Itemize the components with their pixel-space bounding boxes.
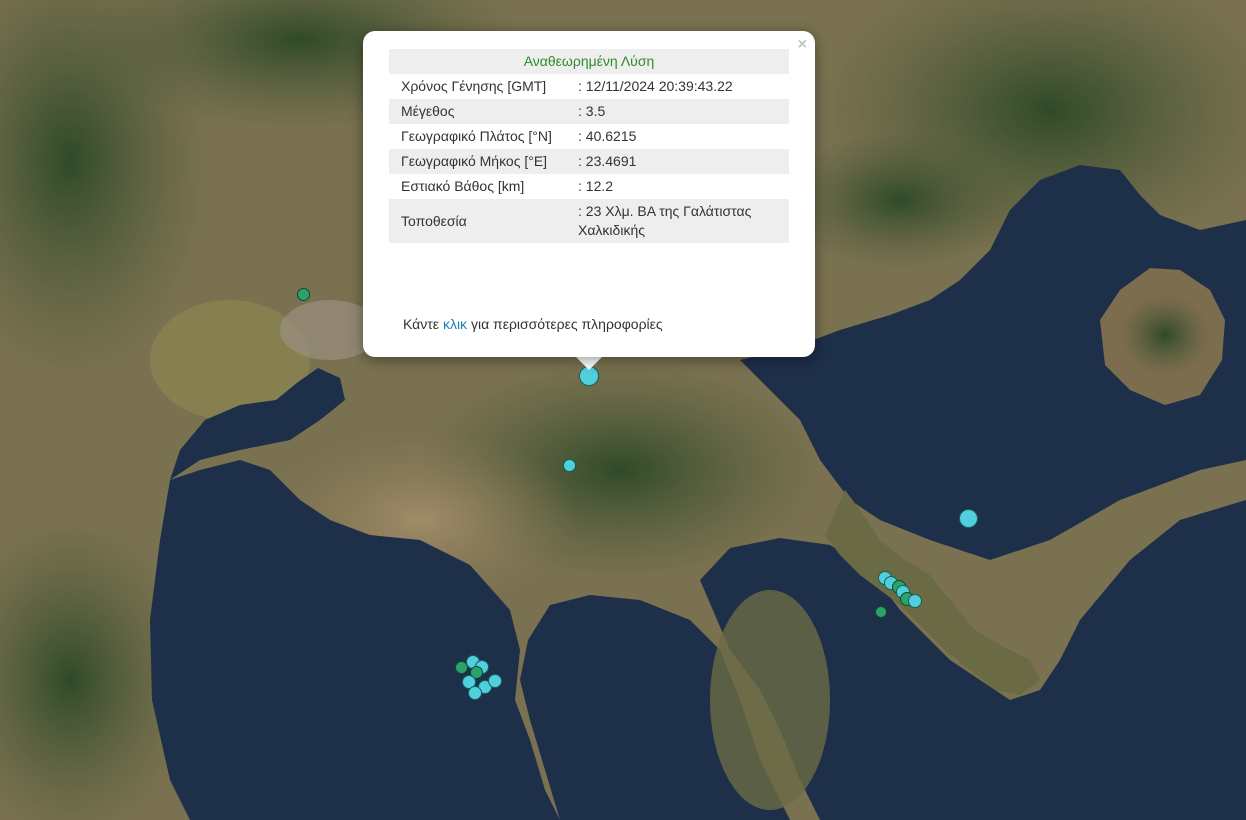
- detail-row: Τοποθεσία: 23 Χλμ. ΒΑ της Γαλάτιστας Χαλ…: [389, 199, 789, 243]
- more-info-link[interactable]: κλικ: [443, 316, 467, 332]
- earthquake-marker[interactable]: [959, 509, 978, 528]
- sithonia-peninsula: [710, 590, 830, 810]
- magnitude-label: Μέγεθος: [389, 99, 566, 124]
- location-label: Τοποθεσία: [389, 199, 566, 243]
- earthquake-marker[interactable]: [875, 606, 887, 618]
- detail-row: Μέγεθος: 3.5: [389, 99, 789, 124]
- more-info-suffix: για περισσότερες πληροφορίες: [470, 316, 663, 332]
- more-info-prefix: Κάντε: [403, 316, 440, 332]
- detail-row: Εστιακό Βάθος [km] : 12.2: [389, 174, 789, 199]
- magnitude-value: : 3.5: [566, 99, 789, 124]
- earthquake-marker[interactable]: [488, 674, 502, 688]
- forest-ridge: [780, 130, 1020, 270]
- more-info-text: Κάντε κλικ για περισσότερες πληροφορίες: [403, 316, 663, 332]
- earthquake-marker[interactable]: [468, 686, 482, 700]
- longitude-label: Γεωγραφικό Μήκος [°E]: [389, 149, 566, 174]
- detail-row: Γεωγραφικό Πλάτος [°N] : 40.6215: [389, 124, 789, 149]
- location-value: : 23 Χλμ. ΒΑ της Γαλάτιστας Χαλκιδικής: [566, 199, 789, 243]
- origin-time-value: : 12/11/2024 20:39:43.22: [578, 78, 733, 94]
- depth-label: Εστιακό Βάθος [km]: [401, 178, 525, 194]
- satellite-map[interactable]: × Αναθεωρημένη Λύση Χρόνος Γένησης [GMT]…: [0, 0, 1246, 820]
- latitude-value: : 40.6215: [578, 128, 637, 144]
- earthquake-details-table: Αναθεωρημένη Λύση Χρόνος Γένησης [GMT] : …: [389, 49, 789, 243]
- detail-row: Γεωγραφικό Μήκος [°E]: 23.4691: [389, 149, 789, 174]
- depth-value: : 12.2: [578, 178, 614, 194]
- earthquake-info-popup: × Αναθεωρημένη Λύση Χρόνος Γένησης [GMT]…: [363, 31, 815, 357]
- latitude-label: Γεωγραφικό Πλάτος [°N]: [401, 128, 552, 144]
- longitude-value: : 23.4691: [566, 149, 789, 174]
- earthquake-marker[interactable]: [908, 594, 922, 608]
- popup-tip: [575, 356, 603, 370]
- origin-time-label: Χρόνος Γένησης [GMT]: [401, 78, 547, 94]
- popup-title: Αναθεωρημένη Λύση: [389, 49, 789, 74]
- earthquake-marker[interactable]: [297, 288, 310, 301]
- earthquake-marker[interactable]: [563, 459, 576, 472]
- detail-row: Χρόνος Γένησης [GMT] : 12/11/2024 20:39:4…: [389, 74, 789, 99]
- close-icon[interactable]: ×: [798, 37, 807, 53]
